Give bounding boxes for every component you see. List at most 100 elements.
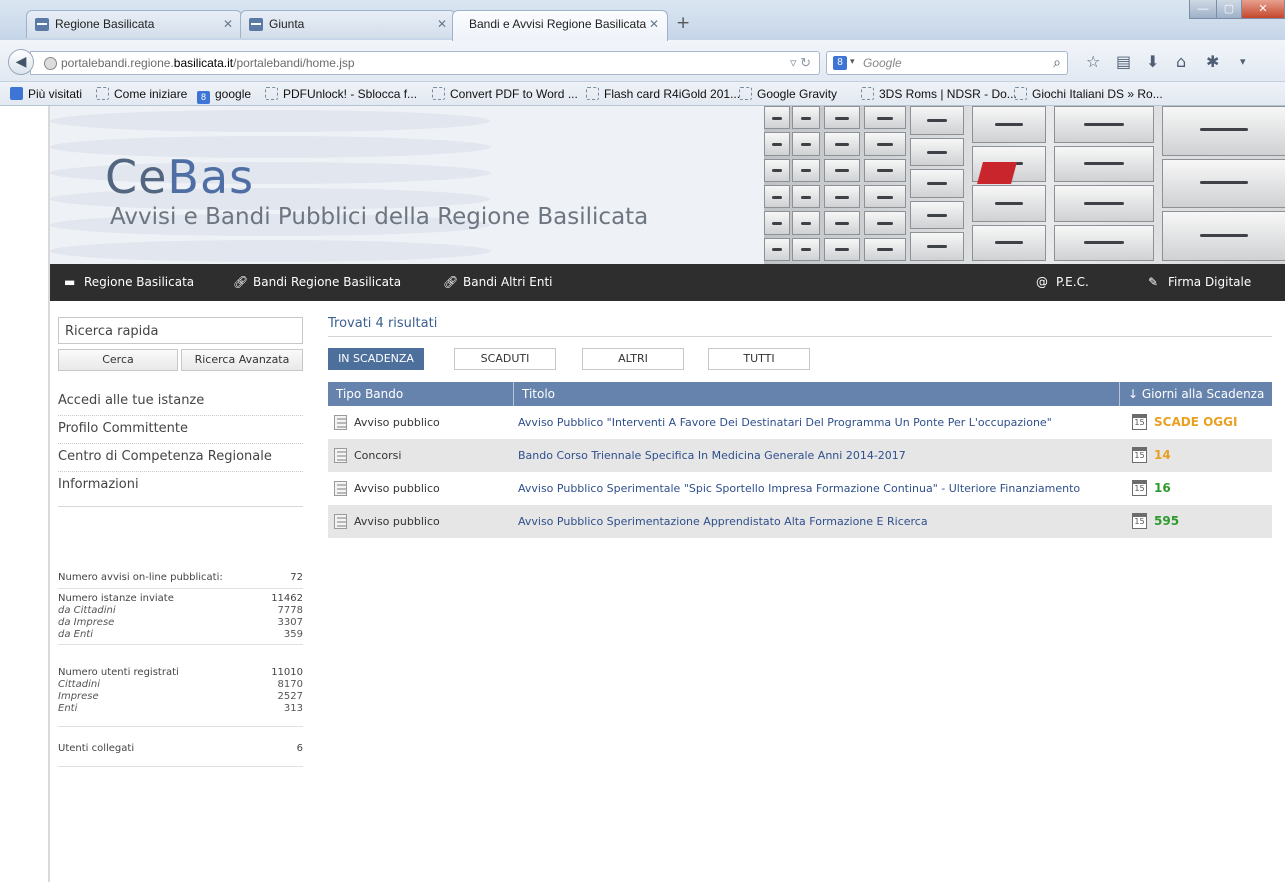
column-tipo-bando[interactable]: Tipo Bando	[328, 382, 514, 406]
titolo-cell: Bando Corso Triennale Specifica In Medic…	[514, 439, 1120, 472]
main-nav: ▬ Regione Basilicata 🔗︎ Bandi Regione Basi…	[50, 264, 1285, 301]
drawer-shape	[764, 185, 790, 209]
nav-firma-digitale[interactable]: ✎ Firma Digitale	[1148, 275, 1251, 289]
search-engine-icon[interactable]: 8	[833, 56, 847, 70]
close-tab-icon[interactable]: ✕	[437, 17, 447, 31]
drawer-shape	[972, 224, 1046, 261]
site-logo[interactable]: CeBas	[105, 150, 254, 204]
drawer-shape	[1054, 224, 1154, 261]
titolo-cell: Avviso Pubblico "Interventi A Favore Dei…	[514, 406, 1120, 439]
maximize-window-icon[interactable]: ▢	[1216, 0, 1242, 19]
stat-users: Numero utenti registrati 11010 Cittadini 8…	[58, 667, 303, 715]
bookmark-item[interactable]: Flash card R4iGold 201...	[586, 87, 740, 101]
nav-label: P.E.C.	[1056, 275, 1089, 289]
calendar-icon: 15	[1132, 447, 1147, 463]
minimize-window-icon[interactable]: —	[1189, 0, 1217, 19]
sidebar-item-profilo[interactable]: Profilo Committente	[58, 416, 303, 444]
drawer-shape	[864, 211, 906, 235]
bookmark-item[interactable]: Google Gravity	[739, 87, 837, 101]
close-window-icon[interactable]: ✕	[1241, 0, 1285, 19]
bando-title-link[interactable]: Avviso Pubblico "Interventi A Favore Dei…	[518, 416, 1052, 429]
banner-wave	[50, 240, 490, 262]
favicon-icon	[249, 18, 263, 31]
calendar-icon: 15	[1132, 414, 1147, 430]
tab-title: Giunta	[269, 17, 305, 31]
download-icon[interactable]: ⬇	[1146, 54, 1159, 70]
stat-value: 11010	[271, 667, 303, 678]
bookmark-item[interactable]: Come iniziare	[96, 87, 187, 101]
stat-row: da Enti 359	[58, 629, 303, 641]
filter-scaduti[interactable]: SCADUTI	[454, 348, 556, 370]
bookmark-item[interactable]: Convert PDF to Word ...	[432, 87, 578, 101]
drawer-shape	[764, 237, 790, 261]
nav-label: Bandi Regione Basilicata	[253, 275, 402, 289]
bookmark-item[interactable]: 8 google	[197, 87, 251, 104]
bookmark-item[interactable]: PDFUnlock! - Sblocca f...	[265, 87, 417, 101]
reload-icon[interactable]: ▿ ↻	[790, 55, 811, 71]
url-path: /portalebandi/home.jsp	[233, 56, 355, 70]
filter-altri[interactable]: ALTRI	[582, 348, 684, 370]
bookmark-icon	[586, 87, 599, 100]
column-giorni-scadenza[interactable]: ↓ Giorni alla Scadenza	[1120, 382, 1272, 406]
sidebar-item-centro[interactable]: Centro di Competenza Regionale	[58, 444, 303, 472]
search-input[interactable]: 8 ▾ Google ⌕	[826, 51, 1068, 75]
bookmark-label: Più visitati	[28, 87, 83, 101]
giorni-cell: 15 16	[1120, 472, 1272, 505]
bando-title-link[interactable]: Avviso Pubblico Sperimentazione Apprendi…	[518, 515, 928, 528]
close-tab-icon[interactable]: ✕	[649, 17, 659, 31]
pen-icon: ✎	[1148, 275, 1159, 289]
browser-tab-bandi[interactable]: Bandi e Avvisi Regione Basilicata ✕	[452, 10, 668, 41]
bookmarks-list-icon[interactable]: ▤	[1116, 54, 1131, 70]
nav-pec[interactable]: @ P.E.C.	[1036, 275, 1089, 289]
drawer-shape	[1162, 158, 1285, 209]
chevron-down-icon[interactable]: ▾	[850, 56, 855, 67]
back-button[interactable]: ◀	[8, 49, 34, 75]
drawer-shape	[764, 106, 790, 130]
at-icon: @	[1036, 275, 1048, 289]
stat-label: Enti	[58, 703, 78, 714]
browser-tab-regione[interactable]: Regione Basilicata ✕	[26, 10, 242, 38]
advanced-search-button[interactable]: Ricerca Avanzata	[181, 349, 303, 371]
menu-chevron-icon[interactable]: ▾	[1240, 54, 1246, 70]
filter-tutti[interactable]: TUTTI	[708, 348, 810, 370]
search-icon[interactable]: ⌕	[1053, 54, 1061, 71]
nav-bandi-regione[interactable]: 🔗︎ Bandi Regione Basilicata	[233, 275, 401, 289]
filter-in-scadenza[interactable]: IN SCADENZA	[328, 348, 424, 370]
tipo-text: Avviso pubblico	[354, 416, 440, 429]
stat-label: Cittadini	[58, 679, 100, 690]
stat-value: 313	[283, 703, 303, 714]
stat-label: Numero utenti registrati	[58, 667, 179, 678]
sidebar-item-istanze[interactable]: Accedi alle tue istanze	[58, 388, 303, 416]
bookmark-icon	[1014, 87, 1027, 100]
addon-icon[interactable]: ✱	[1206, 54, 1219, 70]
home-icon[interactable]: ⌂	[1176, 54, 1186, 70]
sidebar-item-informazioni[interactable]: Informazioni	[58, 472, 303, 500]
giorni-cell: 15 SCADE OGGI	[1120, 406, 1272, 439]
close-tab-icon[interactable]: ✕	[223, 17, 233, 31]
browser-tab-giunta[interactable]: Giunta ✕	[240, 10, 456, 38]
stat-divider	[58, 588, 303, 589]
document-icon	[334, 514, 347, 529]
nav-bandi-altri-enti[interactable]: 🔗︎ Bandi Altri Enti	[443, 275, 553, 289]
bookmark-item[interactable]: 3DS Roms | NDSR - Do...	[861, 87, 1017, 101]
stat-row: Numero avvisi on-line pubblicati: 72	[58, 572, 303, 584]
giorni-value: 16	[1154, 481, 1171, 495]
drawer-shape	[792, 237, 820, 261]
search-button[interactable]: Cerca	[58, 349, 178, 371]
bookmark-item[interactable]: Più visitati	[10, 87, 82, 101]
page-content: CeBas Avvisi e Bandi Pubblici della Regi…	[48, 106, 1285, 882]
stat-label: da Cittadini	[58, 605, 116, 616]
bookmark-icon	[861, 87, 874, 100]
column-titolo[interactable]: Titolo	[514, 382, 1120, 406]
star-icon[interactable]: ☆	[1086, 54, 1100, 70]
bookmark-label: Flash card R4iGold 201...	[604, 87, 741, 101]
stat-divider	[58, 766, 303, 767]
url-bar[interactable]: portalebandi.regione.basilicata.it/porta…	[30, 51, 820, 75]
stat-row: da Imprese 3307	[58, 617, 303, 629]
bookmark-item[interactable]: Giochi Italiani DS » Ro...	[1014, 87, 1163, 101]
bando-title-link[interactable]: Bando Corso Triennale Specifica In Medic…	[518, 449, 906, 462]
new-tab-icon[interactable]: +	[676, 15, 690, 32]
bando-title-link[interactable]: Avviso Pubblico Sperimentale "Spic Sport…	[518, 482, 1080, 495]
nav-regione-basilicata[interactable]: ▬ Regione Basilicata	[64, 275, 194, 289]
quick-search-input[interactable]: Ricerca rapida	[58, 317, 303, 344]
